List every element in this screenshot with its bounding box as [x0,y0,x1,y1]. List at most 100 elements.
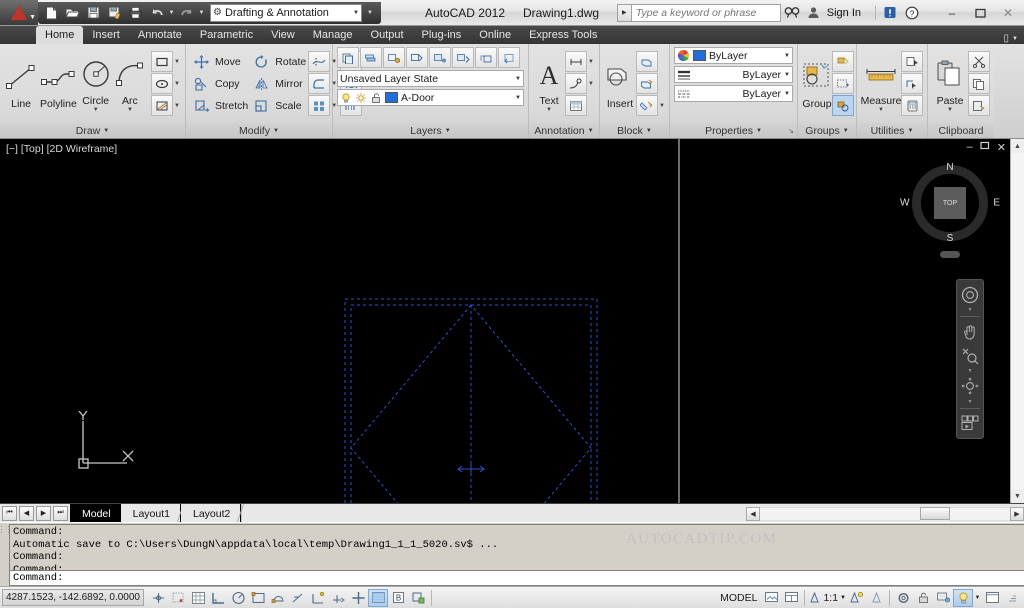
property-color-combo[interactable]: ByLayer ▼ [674,47,793,64]
property-lineweight-combo[interactable]: ByLayer ▼ [674,66,793,83]
ortho-mode-toggle[interactable] [208,589,228,607]
quick-properties-toggle[interactable] [408,589,428,607]
grid-display-toggle[interactable] [188,589,208,607]
3d-object-snap-toggle[interactable] [268,589,288,607]
allow-ucs-toggle[interactable] [308,589,328,607]
array-icon[interactable] [308,95,330,116]
undo-dropdown-icon[interactable]: ▼ [167,10,176,16]
ribbon-minimize-icon[interactable]: ▯ [1004,33,1010,44]
command-input[interactable]: Command: [10,570,1024,585]
measure-button[interactable]: Measure ▼ [861,53,901,114]
chevron-down-icon[interactable]: ▼ [968,399,973,404]
ellipse-icon[interactable] [151,73,173,94]
steering-wheel-icon[interactable] [958,284,982,305]
undo-icon[interactable] [146,3,167,22]
redo-icon[interactable] [176,3,197,22]
transparency-toggle[interactable]: B [388,589,408,607]
layer-match-icon[interactable] [475,47,497,68]
layer-previous-icon[interactable] [498,47,520,68]
color-wheel-icon[interactable] [677,49,690,62]
new-file-icon[interactable] [41,3,62,22]
group-button[interactable]: Group [802,56,832,111]
panel-layers-title[interactable]: Layers ▼ [333,123,528,138]
search-icon[interactable] [781,3,803,23]
hardware-acceleration-button[interactable] [933,589,953,607]
tab-parametric[interactable]: Parametric [191,26,262,44]
group-edit-icon[interactable] [832,73,854,94]
chevron-down-icon[interactable]: ▼ [947,108,953,113]
close-button[interactable]: ✕ [994,4,1022,22]
tab-insert[interactable]: Insert [83,26,129,44]
ungroup-icon[interactable] [832,51,854,72]
chevron-down-icon[interactable]: ▼ [587,81,595,87]
paste-special-icon[interactable] [968,95,990,116]
scroll-up-button[interactable]: ▲ [1011,139,1024,153]
quick-calc-icon[interactable] [901,73,923,94]
space-mode-label[interactable]: MODEL [716,592,761,604]
chevron-down-icon[interactable]: ▼ [968,368,973,373]
trim-icon[interactable] [308,51,330,72]
horizontal-scrollbar[interactable]: ◀ ▶ [746,504,1024,523]
text-button[interactable]: A Text ▼ [533,53,565,114]
property-color-swatch[interactable] [693,50,706,61]
table-icon[interactable] [565,95,587,116]
dynamic-ucs-toggle[interactable] [328,589,348,607]
snap-mode-toggle[interactable] [168,589,188,607]
redo-dropdown-icon[interactable]: ▼ [197,10,206,16]
chevron-down-icon[interactable]: ▼ [784,53,790,59]
tab-express-tools[interactable]: Express Tools [520,26,606,44]
application-menu-button[interactable]: ▼ [0,0,38,25]
chevron-down-icon[interactable]: ▼ [973,595,982,601]
horizontal-scroll-track[interactable] [760,507,920,521]
command-line-grip[interactable]: ⋮⋮ [0,523,9,586]
last-tab-button[interactable]: ⏭ [53,506,68,521]
zoom-icon[interactable] [958,345,982,366]
sign-in-label[interactable]: Sign In [825,7,863,19]
move-button[interactable]: Move [190,52,248,72]
annotation-visibility-button[interactable] [846,589,866,607]
chevron-down-icon[interactable]: ▼ [546,108,552,113]
define-attributes-icon[interactable] [636,95,658,116]
panel-properties-title[interactable]: Properties ▼ ↘ [670,123,797,138]
rectangle-icon[interactable] [151,51,173,72]
viewcube-east-label[interactable]: E [993,198,1000,209]
exchange-apps-icon[interactable] [879,3,901,23]
chevron-down-icon[interactable]: ▼ [515,76,521,82]
polar-tracking-toggle[interactable] [228,589,248,607]
chevron-down-icon[interactable]: ▼ [588,128,594,134]
tab-layout1[interactable]: Layout1 [121,504,180,522]
chevron-down-icon[interactable]: ▼ [587,59,595,65]
edit-block-icon[interactable] [636,73,658,94]
lineweight-toggle[interactable] [368,589,388,607]
command-history[interactable]: Command: Automatic save to C:\Users\Dung… [10,525,1024,570]
quick-view-layouts-button[interactable] [761,589,781,607]
tab-layout2[interactable]: Layout2 [181,504,240,522]
prev-tab-button[interactable]: ◀ [19,506,34,521]
fillet-icon[interactable] [308,73,330,94]
tab-home[interactable]: Home [36,26,83,44]
scale-button[interactable]: Scale [250,96,306,116]
layer-isolate-icon[interactable] [360,47,382,68]
chevron-down-icon[interactable]: ▼ [273,128,279,134]
chevron-down-icon[interactable]: ▼ [1012,36,1018,42]
search-input[interactable] [631,4,781,22]
quick-view-drawings-button[interactable] [781,589,801,607]
cut-icon[interactable] [968,51,990,72]
pan-icon[interactable] [958,321,982,342]
horizontal-scroll-thumb[interactable] [920,507,950,520]
viewcube-home-button[interactable] [940,251,960,258]
dynamic-input-toggle[interactable] [348,589,368,607]
tab-online[interactable]: Online [470,26,520,44]
layer-off-icon[interactable] [429,47,451,68]
user-account-icon[interactable] [803,3,825,23]
vertical-scroll-track[interactable] [1011,153,1024,489]
chevron-down-icon[interactable]: ▼ [93,108,99,113]
autoscale-button[interactable] [866,589,886,607]
toolbar-lock-button[interactable] [913,589,933,607]
object-snap-toggle[interactable] [248,589,268,607]
stretch-button[interactable]: Stretch [190,96,248,116]
clean-screen-button[interactable] [982,589,1002,607]
tab-plugins[interactable]: Plug-ins [413,26,471,44]
tab-output[interactable]: Output [362,26,413,44]
chevron-down-icon[interactable]: ▼ [646,128,652,134]
